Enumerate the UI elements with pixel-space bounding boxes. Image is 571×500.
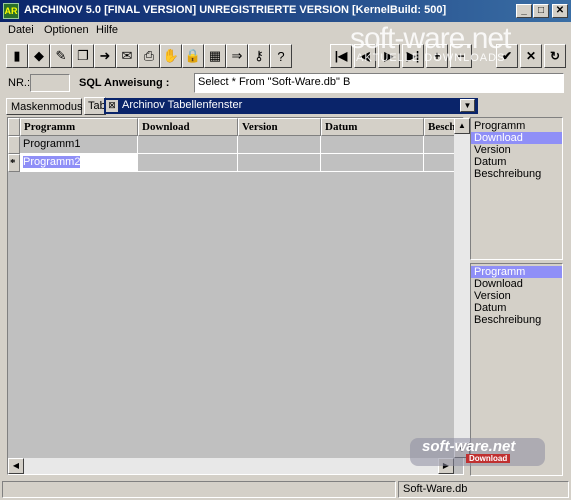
table-cell[interactable]: Programm1 — [20, 136, 138, 154]
inner-window-title-bar: ⊠ Archinov Tabellenfenster ▼ — [104, 98, 478, 114]
list-item[interactable]: Datum — [471, 302, 562, 314]
help-icon[interactable]: ? — [270, 44, 292, 68]
paste-icon[interactable]: ➜ — [94, 44, 116, 68]
nr-field[interactable] — [30, 74, 70, 92]
window-title: ARCHINOV 5.0 [FINAL VERSION] UNREGISTRIE… — [24, 4, 447, 16]
table-window-icon: ⊠ — [106, 100, 118, 112]
eraser-icon[interactable]: ◆ — [28, 44, 50, 68]
data-grid: ProgrammDownloadVersionDatumBeschreibung… — [7, 117, 470, 475]
horizontal-scrollbar[interactable]: ◀ ▶ — [8, 458, 454, 474]
scroll-up-icon[interactable]: ▲ — [454, 118, 470, 134]
status-bar: Soft-Ware.db — [0, 479, 571, 500]
tools-icon[interactable]: ✋ — [160, 44, 182, 68]
chevron-down-icon[interactable]: ▼ — [460, 99, 475, 112]
table-cell[interactable]: Programm2 — [20, 154, 138, 172]
calc-icon[interactable]: ▦ — [204, 44, 226, 68]
list-item[interactable]: Datum — [471, 156, 562, 168]
copy-icon[interactable]: ❐ — [72, 44, 94, 68]
first-record-button[interactable]: |◀ — [330, 44, 352, 68]
column-header[interactable]: Programm — [20, 118, 138, 136]
row-indicator[interactable] — [8, 136, 20, 154]
column-header[interactable]: Datum — [321, 118, 424, 136]
cell-edit-text[interactable]: Programm2 — [23, 156, 81, 168]
table-cell[interactable] — [424, 154, 454, 172]
list-item[interactable]: Programm — [471, 120, 562, 132]
sql-label: SQL Anweisung : — [79, 77, 170, 89]
grid-corner — [8, 118, 20, 136]
watermark-badge: soft-ware.net Download — [410, 438, 545, 466]
table-cell[interactable] — [238, 136, 321, 154]
doc-icon[interactable]: ✉ — [116, 44, 138, 68]
close-button[interactable]: ✕ — [552, 4, 568, 18]
watermark-badge-sub: Download — [466, 454, 511, 463]
field-list-top[interactable]: Programm Download Version Datum Beschreibung — [470, 117, 563, 260]
key-icon[interactable]: ⚷ — [248, 44, 270, 68]
table-cell[interactable] — [424, 136, 454, 154]
list-item[interactable]: Beschreibung — [471, 168, 562, 180]
table-cell[interactable] — [321, 154, 424, 172]
print-icon[interactable]: ⎙ — [138, 44, 160, 68]
maximize-button[interactable]: □ — [533, 4, 549, 18]
watermark-logo: soft-ware.net — [350, 22, 511, 55]
cancel-record-button[interactable]: ✕ — [520, 44, 542, 68]
menu-hilfe[interactable]: Hilfe — [96, 24, 118, 36]
menu-optionen[interactable]: Optionen — [44, 24, 89, 36]
watermark-subtitle: AKTUELLE DOWNLOADS — [356, 52, 506, 64]
status-panel-db: Soft-Ware.db — [398, 481, 569, 498]
column-header[interactable]: Version — [238, 118, 321, 136]
list-item[interactable]: Beschreibung — [471, 314, 562, 326]
table-cell[interactable] — [238, 154, 321, 172]
vertical-scrollbar[interactable]: ▲ ▼ — [454, 118, 470, 458]
list-item[interactable]: Programm — [471, 266, 562, 278]
status-panel-left — [2, 481, 396, 498]
tab-maskenmodus[interactable]: Maskenmodus — [6, 98, 83, 115]
table-cell[interactable] — [321, 136, 424, 154]
row-indicator[interactable]: * — [8, 154, 20, 172]
tab-tabelle[interactable]: Tabelle — [84, 97, 106, 115]
refresh-record-button[interactable]: ↻ — [544, 44, 566, 68]
list-item[interactable]: Download — [471, 278, 562, 290]
scroll-left-icon[interactable]: ◀ — [8, 458, 24, 474]
list-item[interactable]: Download — [471, 132, 562, 144]
save-icon[interactable]: ▮ — [6, 44, 28, 68]
inner-window-title: Archinov Tabellenfenster — [122, 99, 243, 111]
edit-icon[interactable]: ✎ — [50, 44, 72, 68]
menu-datei[interactable]: Datei — [8, 24, 34, 36]
table-cell[interactable] — [138, 154, 238, 172]
export-icon[interactable]: ⇒ — [226, 44, 248, 68]
nr-label: NR.: — [8, 77, 30, 89]
title-bar: AR ARCHINOV 5.0 [FINAL VERSION] UNREGIST… — [0, 0, 571, 22]
watermark-badge-text: soft-ware.net — [422, 438, 516, 455]
column-header[interactable]: Beschreibung — [424, 118, 454, 136]
column-header[interactable]: Download — [138, 118, 238, 136]
lock-icon[interactable]: 🔒 — [182, 44, 204, 68]
minimize-button[interactable]: _ — [516, 4, 532, 18]
sql-input[interactable]: Select * From "Soft-Ware.db" B — [194, 73, 564, 93]
list-item[interactable]: Version — [471, 144, 562, 156]
app-icon[interactable]: AR — [3, 3, 19, 19]
table-cell[interactable] — [138, 136, 238, 154]
list-item[interactable]: Version — [471, 290, 562, 302]
